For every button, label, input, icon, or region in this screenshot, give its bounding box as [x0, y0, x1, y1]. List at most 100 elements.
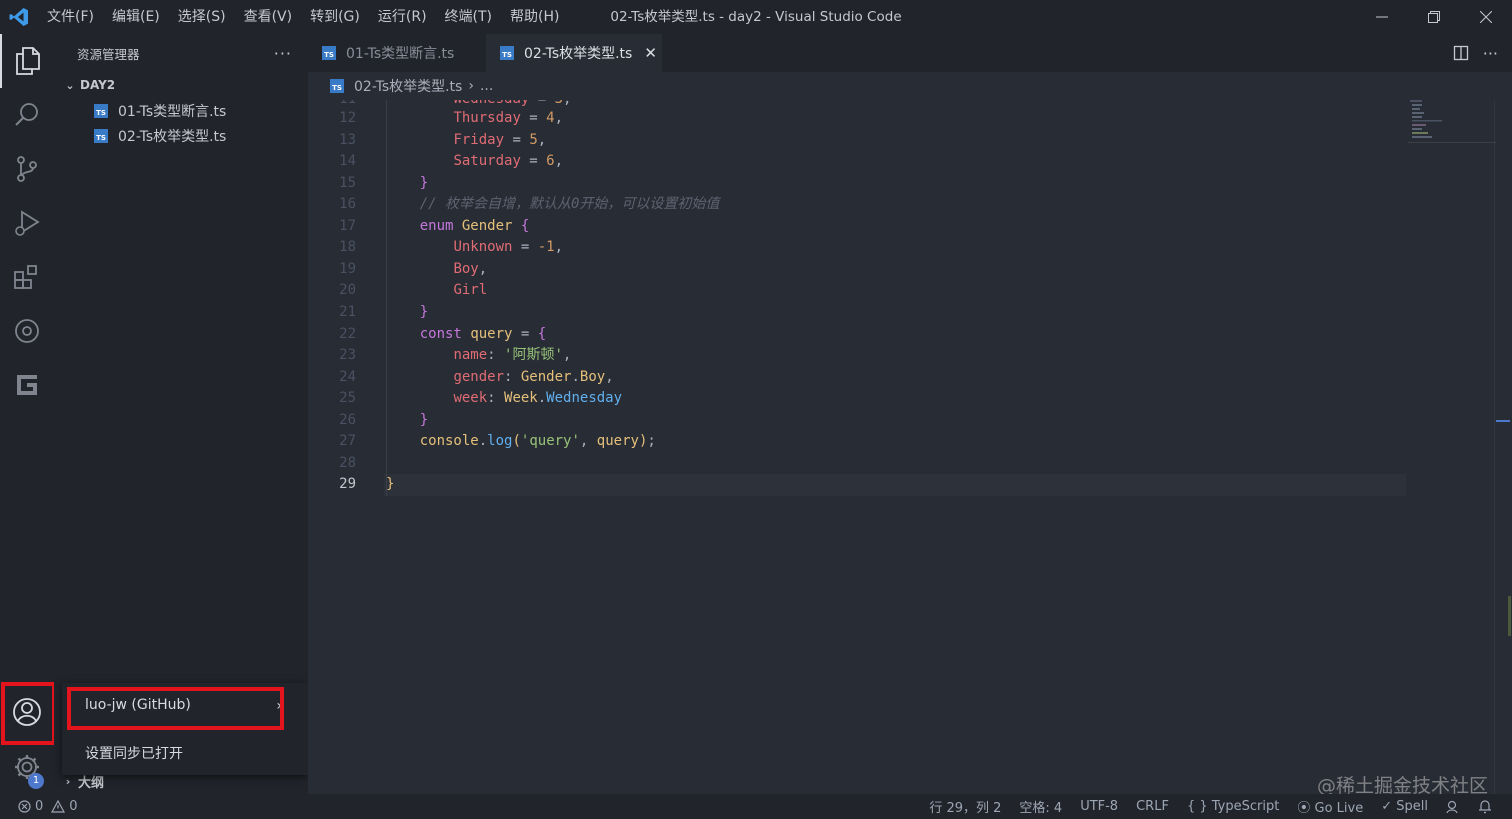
menu-file[interactable]: 文件(F) [38, 0, 103, 34]
indentation[interactable]: 空格: 4 [1019, 797, 1062, 816]
close-window-button[interactable] [1460, 0, 1512, 34]
close-icon [1480, 11, 1492, 23]
code-editor[interactable]: 11 Wednesday = 3, 12 Thursday = 4, 13 Fr… [308, 100, 1512, 794]
code-line: 12 Thursday = 4, [308, 108, 1408, 130]
run-debug-icon [15, 210, 40, 236]
code-line: 15 } [308, 173, 1408, 195]
line-number: 13 [339, 132, 356, 148]
error-icon [18, 800, 31, 813]
explorer-sidebar: 资源管理器 ··· ⌄ DAY2 TS 01-Ts类型断言.ts TS 02-T… [54, 34, 308, 794]
typescript-file-icon: TS [94, 128, 108, 143]
code-line: 26 } [308, 410, 1408, 432]
file-item-enum[interactable]: TS 02-Ts枚举类型.ts [54, 123, 308, 148]
account-menu-highlight-box [67, 687, 284, 730]
extensions-icon [14, 265, 37, 289]
editor-actions: ··· [1453, 34, 1498, 72]
line-ending[interactable]: CRLF [1136, 799, 1169, 814]
activity-bar: 1 [0, 34, 56, 794]
code-line: 22 const query = { [308, 324, 1408, 346]
code-line: 25 week: Week.Wednesday [308, 388, 1408, 410]
menu-help[interactable]: 帮助(H) [501, 0, 568, 34]
code-line: 19 Boy, [308, 259, 1408, 281]
feedback-icon[interactable] [1446, 800, 1460, 814]
line-number: 24 [339, 369, 356, 385]
breadcrumb-separator: › [468, 78, 474, 94]
code-line: 27 console.log('query', query); [308, 431, 1408, 453]
typescript-file-icon: TS [500, 46, 514, 60]
account-highlight-box [1, 682, 56, 745]
line-number: 25 [339, 390, 356, 406]
code-line: 28 [308, 453, 1408, 475]
overview-ruler [1494, 100, 1495, 794]
problems-indicator[interactable]: 0 0 [18, 799, 78, 814]
menu-selection[interactable]: 选择(S) [169, 0, 235, 34]
scrollbar-position-marker [1496, 420, 1510, 422]
menu-edit[interactable]: 编辑(E) [103, 0, 169, 34]
line-number: 14 [339, 153, 356, 169]
vscode-logo-icon [0, 0, 38, 34]
minimize-button[interactable] [1356, 0, 1408, 34]
settings-badge: 1 [28, 773, 44, 789]
title-bar: 文件(F) 编辑(E) 选择(S) 查看(V) 转到(G) 运行(R) 终端(T… [0, 0, 1512, 34]
error-count: 0 [35, 799, 44, 814]
extensions-button[interactable] [0, 250, 54, 304]
broadcast-icon: ⦿ [1297, 801, 1311, 816]
line-number: 22 [339, 326, 356, 342]
menu-view[interactable]: 查看(V) [235, 0, 302, 34]
menu-bar: 文件(F) 编辑(E) 选择(S) 查看(V) 转到(G) 运行(R) 终端(T… [38, 0, 568, 34]
more-actions-button[interactable]: ··· [1483, 44, 1498, 63]
minimize-icon [1376, 16, 1388, 18]
minimap[interactable] [1408, 100, 1498, 144]
breadcrumb-symbol[interactable]: ... [480, 78, 493, 94]
split-editor-icon[interactable] [1453, 45, 1469, 61]
code-line: 21 } [308, 302, 1408, 324]
file-name: 01-Ts类型断言.ts [118, 103, 227, 120]
breadcrumb-file[interactable]: 02-Ts枚举类型.ts [354, 76, 462, 96]
sidebar-more-button[interactable]: ··· [274, 44, 292, 63]
file-item-type-assertion[interactable]: TS 01-Ts类型断言.ts [54, 98, 308, 123]
manage-button[interactable]: 1 [0, 740, 54, 794]
typescript-file-icon: TS [330, 79, 344, 93]
warning-icon [51, 800, 66, 813]
encoding[interactable]: UTF-8 [1080, 799, 1118, 814]
spell-label: Spell [1396, 799, 1428, 814]
gitlens-button[interactable] [0, 358, 54, 412]
restore-icon [1428, 11, 1440, 23]
language-mode[interactable]: { } TypeScript [1187, 799, 1279, 814]
menu-go[interactable]: 转到(G) [301, 0, 369, 34]
file-name: 02-Ts枚举类型.ts [118, 128, 227, 145]
tab-type-assertion[interactable]: TS 01-Ts类型断言.ts [308, 34, 486, 72]
line-number: 26 [339, 412, 356, 428]
breadcrumb: TS 02-Ts枚举类型.ts › ... [308, 72, 1512, 100]
code-line: 14 Saturday = 6, [308, 151, 1408, 173]
restore-button[interactable] [1408, 0, 1460, 34]
typescript-file-icon: TS [94, 103, 108, 118]
language-label: TypeScript [1211, 799, 1280, 814]
source-control-button[interactable] [0, 142, 54, 196]
code-line: 16 // 枚举会自增，默认从0开始，可以设置初始值 [308, 194, 1408, 216]
tab-enum[interactable]: TS 02-Ts枚举类型.ts ✕ [486, 34, 662, 72]
menu-run[interactable]: 运行(R) [369, 0, 436, 34]
target-icon [15, 319, 39, 343]
menu-item-settings-sync[interactable]: 设置同步已打开 [85, 743, 183, 763]
source-control-icon [17, 156, 37, 182]
spell-check[interactable]: ✓ Spell [1381, 799, 1428, 814]
explorer-button[interactable] [0, 34, 54, 88]
cursor-position[interactable]: 行 29，列 2 [929, 797, 1001, 816]
search-button[interactable] [0, 88, 54, 142]
run-debug-button[interactable] [0, 196, 54, 250]
bell-icon[interactable] [1478, 799, 1492, 814]
go-live-label: Go Live [1314, 801, 1364, 816]
tab-close-button[interactable]: ✕ [644, 44, 657, 62]
scrollbar-thumb[interactable] [1508, 596, 1511, 636]
chevron-right-icon: › [65, 774, 71, 788]
line-number: 18 [339, 239, 356, 255]
menu-terminal[interactable]: 终端(T) [436, 0, 501, 34]
code-line: 18 Unknown = -1, [308, 237, 1408, 259]
go-live-button[interactable]: ⦿ Go Live [1297, 797, 1363, 816]
g-logo-icon [17, 375, 37, 395]
status-bar-right: 行 29，列 2 空格: 4 UTF-8 CRLF { } TypeScript… [929, 797, 1492, 816]
remote-explorer-button[interactable] [0, 304, 54, 358]
folder-header[interactable]: ⌄ DAY2 [54, 72, 308, 98]
window-controls [1356, 0, 1512, 34]
